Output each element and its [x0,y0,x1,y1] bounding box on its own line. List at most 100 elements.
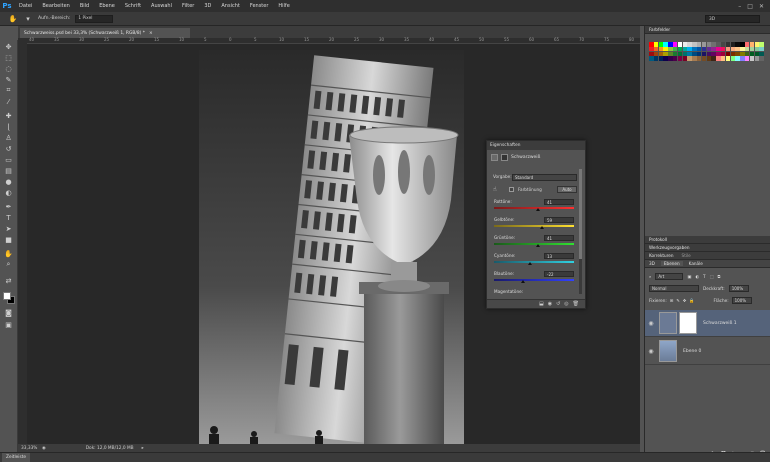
reset-icon[interactable]: ↺ [556,301,560,307]
search-icon[interactable]: ⌕ [649,274,651,279]
shape-tool-icon[interactable]: ■ [3,235,14,244]
quick-mask-icon[interactable]: ◙ [3,308,14,317]
layer-mask-thumbnail[interactable] [679,312,697,334]
lasso-tool-icon[interactable]: ◌ [3,64,14,73]
fill-input[interactable]: 100% [731,297,752,304]
slider-track[interactable] [494,243,574,245]
filter-pixel-icon[interactable]: ▣ [687,274,691,279]
visibility-icon[interactable]: ◎ [564,301,568,307]
tab-layers[interactable]: Ebenen [660,261,683,266]
type-tool-icon[interactable]: T [3,213,14,222]
tab-3d[interactable]: 3D [649,261,655,266]
menu-item-hilfe[interactable]: Hilfe [273,3,294,9]
history-brush-tool-icon[interactable]: ↺ [3,144,14,153]
filter-adjust-icon[interactable]: ◐ [695,274,699,279]
slider-value-input[interactable]: 13 [544,253,574,259]
menu-item-schrift[interactable]: Schrift [120,3,146,9]
slider-track[interactable] [494,225,574,227]
screen-mode-icon[interactable]: ▣ [3,320,14,329]
hand-icon[interactable]: ✋ [8,14,18,24]
sample-size-select[interactable]: 1 Pixel [75,14,114,23]
adjustments-tab[interactable]: Korrekturen [649,253,674,258]
tool-presets-tab[interactable]: Werkzeugvorgaben [645,244,770,252]
opacity-input[interactable]: 100% [728,285,749,292]
path-select-tool-icon[interactable]: ➤ [3,224,14,233]
move-tool-icon[interactable]: ✥ [3,42,14,51]
menu-item-ansicht[interactable]: Ansicht [216,3,244,9]
zoom-level[interactable]: 33,33% [18,446,42,451]
tint-checkbox[interactable] [509,187,514,192]
minimize-button[interactable]: – [738,3,741,10]
clip-layer-icon[interactable]: ⬓ [539,301,544,307]
slider-track[interactable] [494,207,574,209]
workspace-select[interactable]: 3D [705,15,760,23]
maximize-button[interactable]: □ [747,3,753,10]
slider-value-input[interactable]: 59 [544,217,574,223]
healing-brush-tool-icon[interactable]: ✚ [3,111,14,120]
crop-tool-icon[interactable]: ⌗ [3,86,14,95]
slider-track[interactable] [494,279,574,281]
auto-button[interactable]: Auto [557,186,577,193]
quick-select-tool-icon[interactable]: ✎ [3,75,14,84]
preset-select[interactable]: Standard [512,174,577,181]
slider-value-input[interactable]: 41 [544,235,574,241]
eye-icon[interactable]: ◉ [645,348,657,355]
eraser-tool-icon[interactable]: ▭ [3,155,14,164]
trash-icon[interactable]: 🗑 [573,301,579,307]
slider-knob[interactable] [520,280,525,283]
slider-knob[interactable] [540,226,544,229]
pen-tool-icon[interactable]: ✒ [3,202,14,211]
scrollbar-thumb[interactable] [579,169,582,259]
slider-value-input[interactable]: 41 [544,199,574,205]
gradient-tool-icon[interactable]: ▤ [3,166,14,175]
menu-item-ebene[interactable]: Ebene [94,3,120,9]
clone-stamp-tool-icon[interactable]: ♙ [3,133,14,142]
lock-move-icon[interactable]: ✥ [683,298,687,303]
slider-value-input[interactable]: -22 [544,271,574,277]
history-tab[interactable]: Protokoll [645,236,770,244]
chevron-down-icon[interactable]: ▾ [23,14,33,24]
eye-icon[interactable]: ◉ [645,320,657,327]
lock-transparent-icon[interactable]: ⊞ [670,298,674,303]
lock-paint-icon[interactable]: ✎ [676,298,680,303]
filter-shape-icon[interactable]: ⬚ [710,274,714,279]
dodge-tool-icon[interactable]: ◐ [3,188,14,197]
foreground-color-swatch[interactable] [3,292,11,300]
document-image[interactable] [199,50,464,444]
tab-channels[interactable]: Kanäle [689,261,703,266]
menu-item-fenster[interactable]: Fenster [245,3,274,9]
properties-title[interactable]: Eigenschaften [487,141,585,150]
layer-name[interactable]: Schwarzweiß 1 [703,321,737,326]
menu-item-filter[interactable]: Filter [177,3,199,9]
filter-smart-icon[interactable]: ⧉ [718,274,721,279]
brush-tool-icon[interactable]: ɭ [3,122,14,131]
properties-scrollbar[interactable] [579,169,582,294]
menu-item-datei[interactable]: Datei [14,3,37,9]
menu-item-bearbeiten[interactable]: Bearbeiten [37,3,74,9]
status-icon[interactable]: ◉ [42,446,46,451]
slider-knob[interactable] [528,262,532,265]
view-previous-icon[interactable]: ◉ [548,301,552,307]
slider-knob[interactable] [536,208,540,211]
marquee-tool-icon[interactable]: ⬚ [3,53,14,62]
close-button[interactable]: ✕ [759,3,764,10]
blend-mode-select[interactable]: Normal [649,285,699,292]
mask-icon[interactable] [501,154,508,161]
zoom-tool-icon[interactable]: ⌕ [3,260,14,269]
menu-item-bild[interactable]: Bild [75,3,94,9]
filter-kind-select[interactable]: Art [655,273,684,280]
styles-tab[interactable]: Stile [682,253,691,258]
timeline-tab[interactable]: Zeitleiste [2,453,31,462]
slider-track[interactable] [494,261,574,263]
layer-row[interactable]: ◉ Schwarzweiß 1 [645,310,770,337]
hand-tool-icon[interactable]: ✋ [3,249,14,258]
blur-tool-icon[interactable]: ● [3,177,14,186]
filter-type-icon[interactable]: T [703,274,706,279]
layer-name[interactable]: Ebene 0 [683,349,701,354]
menu-item-3d[interactable]: 3D [199,3,216,9]
eyedropper-tool-icon[interactable]: ⁄ [3,97,14,106]
status-menu-icon[interactable]: ▸ [142,446,144,451]
layer-row[interactable]: ◉ Ebene 0 [645,338,770,365]
menu-item-auswahl[interactable]: Auswahl [146,3,177,9]
slider-knob[interactable] [536,244,540,247]
